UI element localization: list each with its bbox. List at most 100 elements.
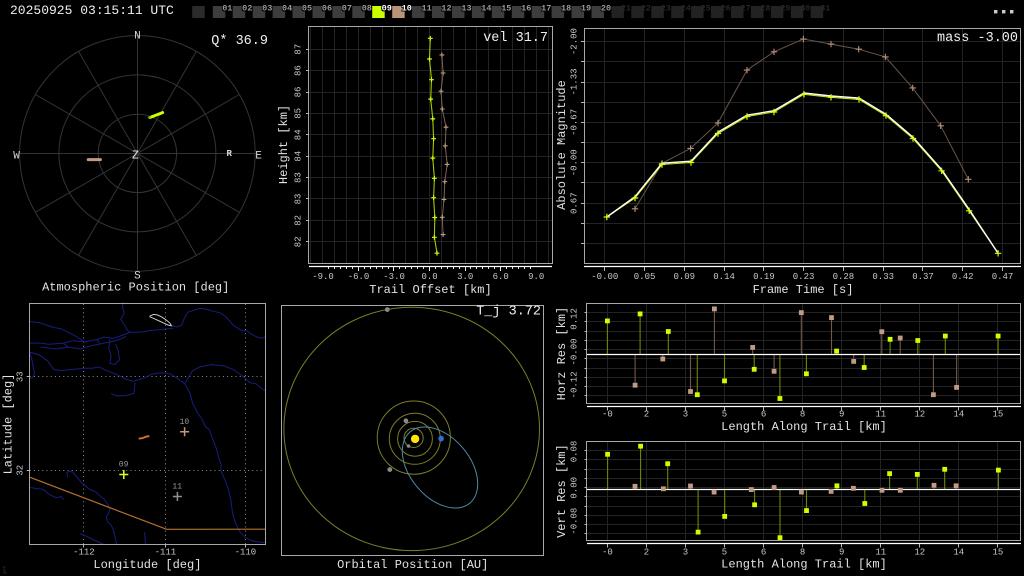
svg-text:14: 14 xyxy=(953,548,964,558)
svg-text:10: 10 xyxy=(402,4,412,14)
svg-text:vel 31.7: vel 31.7 xyxy=(483,31,548,46)
svg-text:21: 21 xyxy=(621,4,631,14)
svg-text:-0.00: -0.00 xyxy=(570,149,580,176)
svg-text:gmn: gmn xyxy=(2,565,8,574)
svg-text:11: 11 xyxy=(875,548,886,558)
svg-text:0.37: 0.37 xyxy=(912,272,934,282)
svg-text:Latitude [deg]: Latitude [deg] xyxy=(2,374,16,475)
svg-text:17: 17 xyxy=(541,4,551,14)
svg-text:-0: -0 xyxy=(602,548,613,558)
svg-text:2: 2 xyxy=(644,410,649,420)
svg-text:8: 8 xyxy=(800,548,805,558)
svg-text:-0.12: -0.12 xyxy=(570,371,580,398)
svg-text:15: 15 xyxy=(501,4,511,14)
svg-text:11: 11 xyxy=(172,483,182,492)
svg-text:-111: -111 xyxy=(155,548,177,558)
svg-text:3: 3 xyxy=(683,410,688,420)
svg-text:9: 9 xyxy=(839,410,844,420)
svg-text:04: 04 xyxy=(282,4,292,14)
svg-text:Frame Time [s]: Frame Time [s] xyxy=(753,283,854,297)
svg-text:11: 11 xyxy=(875,410,886,420)
svg-text:-0.00: -0.00 xyxy=(591,272,618,282)
svg-text:16: 16 xyxy=(521,4,531,14)
svg-text:86: 86 xyxy=(294,87,304,98)
svg-text:13: 13 xyxy=(461,4,471,14)
svg-text:83: 83 xyxy=(294,194,304,205)
svg-text:29: 29 xyxy=(780,4,790,14)
svg-text:-112: -112 xyxy=(73,548,95,558)
svg-text:23: 23 xyxy=(661,4,671,14)
svg-text:10: 10 xyxy=(180,418,190,427)
svg-text:08: 08 xyxy=(362,4,372,14)
svg-text:-9.0: -9.0 xyxy=(312,272,334,282)
svg-text:14: 14 xyxy=(481,4,491,14)
svg-text:W: W xyxy=(13,150,20,162)
svg-text:E: E xyxy=(255,150,262,162)
svg-text:3: 3 xyxy=(683,548,688,558)
svg-text:20: 20 xyxy=(601,4,611,14)
svg-text:6.0: 6.0 xyxy=(493,272,509,282)
svg-text:0.28: 0.28 xyxy=(833,272,855,282)
svg-text:25: 25 xyxy=(700,4,710,14)
svg-text:5: 5 xyxy=(722,410,727,420)
svg-text:3.0: 3.0 xyxy=(457,272,473,282)
svg-text:-3.0: -3.0 xyxy=(383,272,405,282)
svg-text:0.05: 0.05 xyxy=(634,272,656,282)
svg-text:0.0: 0.0 xyxy=(421,272,437,282)
svg-text:-2.00: -2.00 xyxy=(570,28,580,55)
svg-text:Atmospheric Position [deg]: Atmospheric Position [deg] xyxy=(42,281,229,295)
svg-text:-0.08: -0.08 xyxy=(570,508,580,535)
svg-text:82: 82 xyxy=(294,215,304,226)
svg-text:09: 09 xyxy=(119,461,129,470)
svg-text:11: 11 xyxy=(421,4,431,14)
svg-text:84: 84 xyxy=(294,129,304,140)
svg-text:30: 30 xyxy=(800,4,810,14)
svg-text:Z: Z xyxy=(132,150,139,163)
svg-text:06: 06 xyxy=(322,4,332,14)
svg-text:28: 28 xyxy=(760,4,770,14)
svg-text:0.08: 0.08 xyxy=(570,441,580,463)
svg-text:Horz Res [km]: Horz Res [km] xyxy=(555,307,569,401)
svg-text:6: 6 xyxy=(761,410,766,420)
svg-text:31: 31 xyxy=(820,4,830,14)
svg-text:09: 09 xyxy=(382,4,392,14)
svg-text:-110: -110 xyxy=(235,548,257,558)
svg-text:84: 84 xyxy=(294,151,304,162)
svg-text:0.23: 0.23 xyxy=(793,272,815,282)
svg-text:27: 27 xyxy=(740,4,750,14)
svg-text:-6.0: -6.0 xyxy=(348,272,370,282)
svg-text:20250925 03:15:11 UTC: 20250925 03:15:11 UTC xyxy=(10,3,174,18)
svg-text:6: 6 xyxy=(761,548,766,558)
svg-text:07: 07 xyxy=(342,4,352,14)
svg-text:82: 82 xyxy=(294,236,304,247)
svg-text:87: 87 xyxy=(294,44,304,55)
svg-text:0.09: 0.09 xyxy=(673,272,695,282)
svg-text:01: 01 xyxy=(222,4,232,14)
svg-text:0.14: 0.14 xyxy=(713,272,735,282)
svg-text:T_j 3.72: T_j 3.72 xyxy=(476,305,541,320)
svg-text:mass -3.00: mass -3.00 xyxy=(937,31,1018,46)
svg-text:32: 32 xyxy=(16,465,26,476)
svg-text:2: 2 xyxy=(644,548,649,558)
svg-text:86: 86 xyxy=(294,65,304,76)
svg-text:9: 9 xyxy=(839,548,844,558)
svg-text:Q* 36.9: Q* 36.9 xyxy=(211,34,268,49)
svg-text:Height [km]: Height [km] xyxy=(277,105,291,184)
svg-text:Length Along Trail [km]: Length Along Trail [km] xyxy=(721,558,887,572)
svg-text:-0: -0 xyxy=(602,410,613,420)
svg-text:8: 8 xyxy=(800,410,805,420)
svg-text:18: 18 xyxy=(561,4,571,14)
svg-text:83: 83 xyxy=(294,172,304,183)
svg-text:33: 33 xyxy=(16,371,26,382)
svg-text:Longitude [deg]: Longitude [deg] xyxy=(93,558,201,572)
svg-text:14: 14 xyxy=(953,410,964,420)
svg-text:12: 12 xyxy=(914,410,925,420)
svg-text:N: N xyxy=(134,31,141,43)
svg-text:12: 12 xyxy=(441,4,451,14)
svg-text:12: 12 xyxy=(914,548,925,558)
svg-text:R: R xyxy=(226,149,232,159)
svg-text:Absolute Magnitude: Absolute Magnitude xyxy=(555,80,569,210)
svg-text:0.19: 0.19 xyxy=(753,272,775,282)
svg-text:03: 03 xyxy=(262,4,272,14)
svg-text:15: 15 xyxy=(992,548,1003,558)
